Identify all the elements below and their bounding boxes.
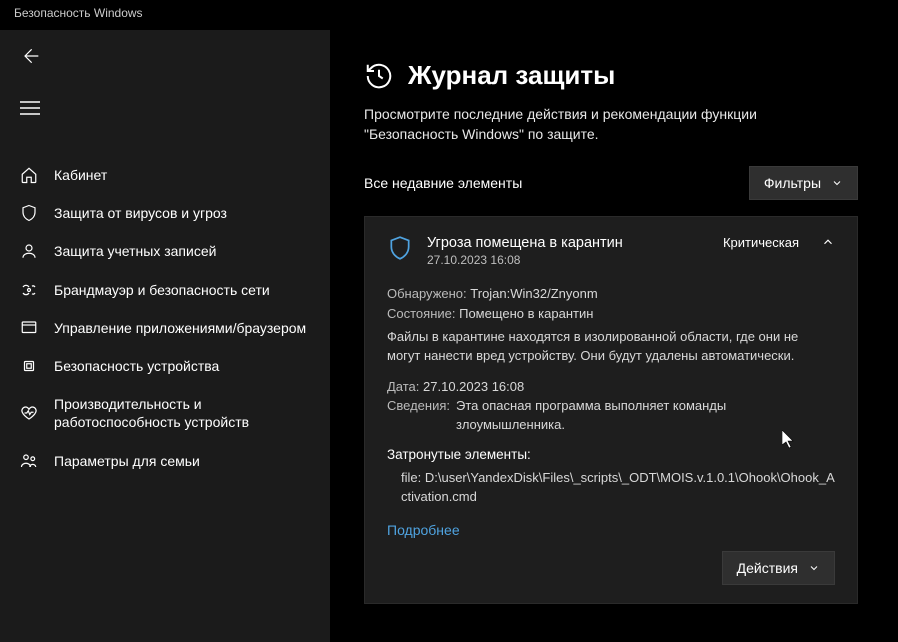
- actions-button[interactable]: Действия: [722, 551, 835, 585]
- sidebar: Кабинет Защита от вирусов и угроз Защита…: [0, 30, 330, 642]
- chip-icon: [20, 357, 38, 375]
- chevron-down-icon: [831, 177, 843, 189]
- filters-button[interactable]: Фильтры: [749, 166, 858, 200]
- sidebar-item-label: Кабинет: [54, 166, 310, 184]
- main-content: Журнал защиты Просмотрите последние дейс…: [330, 30, 898, 642]
- sidebar-item-label: Безопасность устройства: [54, 357, 310, 375]
- sidebar-item-device-security[interactable]: Безопасность устройства: [0, 347, 330, 385]
- sidebar-item-label: Параметры для семьи: [54, 452, 310, 470]
- window-titlebar: Безопасность Windows: [0, 0, 898, 30]
- actions-button-label: Действия: [737, 560, 798, 576]
- file-prefix: file:: [401, 470, 421, 485]
- threat-card: Угроза помещена в карантин 27.10.2023 16…: [364, 216, 858, 604]
- date-label: Дата:: [387, 379, 419, 394]
- shield-outline-icon: [387, 235, 413, 261]
- history-icon: [364, 61, 394, 91]
- filters-button-label: Фильтры: [764, 175, 821, 191]
- threat-timestamp: 27.10.2023 16:08: [427, 253, 709, 267]
- sidebar-item-firewall[interactable]: Брандмауэр и безопасность сети: [0, 271, 330, 309]
- file-path: D:\user\YandexDisk\Files\_scripts\_ODT\M…: [401, 470, 835, 504]
- details-value: Эта опасная программа выполняет команды …: [456, 397, 835, 435]
- hamburger-menu-button[interactable]: [20, 96, 44, 120]
- detected-value: Trojan:Win32/Znyonm: [470, 286, 597, 301]
- sidebar-item-family[interactable]: Параметры для семьи: [0, 442, 330, 480]
- sidebar-item-label: Производительность и работоспособность у…: [54, 395, 310, 431]
- sidebar-item-label: Защита от вирусов и угроз: [54, 204, 310, 222]
- shield-icon: [20, 204, 38, 222]
- threat-description: Файлы в карантине находятся в изолирован…: [387, 328, 835, 366]
- details-label: Сведения:: [387, 397, 450, 435]
- back-button[interactable]: [20, 44, 44, 68]
- home-icon: [20, 166, 38, 184]
- app-icon: [20, 319, 38, 337]
- page-subtitle: Просмотрите последние действия и рекомен…: [364, 105, 824, 144]
- sidebar-item-performance[interactable]: Производительность и работоспособность у…: [0, 385, 330, 441]
- page-title: Журнал защиты: [408, 60, 615, 91]
- threat-title: Угроза помещена в карантин: [427, 235, 709, 251]
- sidebar-item-virus[interactable]: Защита от вирусов и угроз: [0, 194, 330, 232]
- window-title: Безопасность Windows: [14, 6, 143, 20]
- sidebar-item-account[interactable]: Защита учетных записей: [0, 232, 330, 270]
- chevron-down-icon: [808, 562, 820, 574]
- sidebar-item-app-browser[interactable]: Управление приложениями/браузером: [0, 309, 330, 347]
- learn-more-link[interactable]: Подробнее: [387, 522, 460, 538]
- heart-icon: [20, 404, 38, 422]
- family-icon: [20, 452, 38, 470]
- date-value: 27.10.2023 16:08: [423, 379, 524, 394]
- status-value: Помещено в карантин: [459, 306, 593, 321]
- collapse-button[interactable]: [821, 235, 835, 249]
- affected-heading: Затронутые элементы:: [387, 445, 835, 465]
- sidebar-item-label: Защита учетных записей: [54, 242, 310, 260]
- threat-severity: Критическая: [723, 235, 799, 250]
- sidebar-item-label: Управление приложениями/браузером: [54, 319, 310, 337]
- detected-label: Обнаружено:: [387, 286, 467, 301]
- person-icon: [20, 242, 38, 260]
- network-icon: [20, 281, 38, 299]
- recent-items-label: Все недавние элементы: [364, 175, 522, 191]
- sidebar-item-label: Брандмауэр и безопасность сети: [54, 281, 310, 299]
- sidebar-item-home[interactable]: Кабинет: [0, 156, 330, 194]
- status-label: Состояние:: [387, 306, 455, 321]
